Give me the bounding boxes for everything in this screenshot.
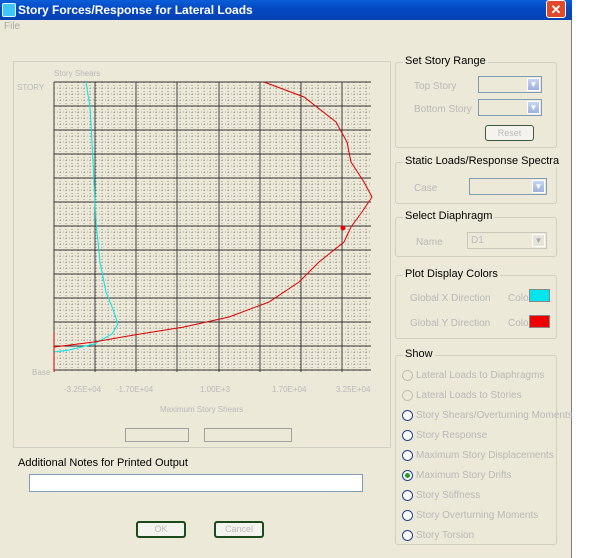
color-row1-label: Global X Direction bbox=[410, 293, 491, 304]
y-top-label: STORY bbox=[17, 83, 45, 92]
top-story-select[interactable]: ▼ bbox=[478, 76, 542, 93]
status-box-1 bbox=[125, 428, 189, 442]
chevron-down-icon: ▼ bbox=[532, 180, 545, 193]
radio-button[interactable] bbox=[402, 390, 413, 401]
series-line-cyan bbox=[53, 81, 119, 353]
group-plot-colors: Plot Display Colors bbox=[395, 268, 557, 339]
plot-grid bbox=[53, 81, 371, 372]
cancel-button[interactable]: Cancel bbox=[214, 521, 264, 538]
color-swatch-row2[interactable] bbox=[529, 315, 550, 328]
plot-frame: Story Shears STORY Base -3.25E+04 -1.70E… bbox=[13, 61, 391, 448]
group-title-static-loads: Static Loads/Response Spectra bbox=[403, 155, 562, 167]
plot-top-tag: Story Shears bbox=[54, 69, 100, 78]
series-marker-red bbox=[340, 225, 346, 231]
x-tick-2: -1.70E+04 bbox=[116, 385, 154, 394]
radio-button[interactable] bbox=[402, 430, 413, 441]
radio-button[interactable] bbox=[402, 510, 413, 521]
group-title-show: Show bbox=[403, 348, 435, 360]
radio-button[interactable] bbox=[402, 530, 413, 541]
color-row2-label: Global Y Direction bbox=[410, 318, 491, 329]
story-response-plot: Story Shears STORY Base -3.25E+04 -1.70E… bbox=[17, 69, 373, 414]
show-option-label: Maximum Story Drifts bbox=[416, 470, 512, 481]
close-button[interactable]: ✕ bbox=[546, 0, 566, 18]
bottom-story-label: Bottom Story bbox=[414, 104, 472, 115]
y-bottom-label: Base bbox=[32, 368, 51, 377]
radio-button[interactable] bbox=[402, 410, 413, 421]
menu-bar: File bbox=[0, 20, 572, 36]
title-bar[interactable]: Story Forces/Response for Lateral Loads … bbox=[0, 0, 572, 20]
reset-button[interactable]: Reset bbox=[485, 125, 534, 141]
bottom-story-select[interactable]: ▼ bbox=[478, 99, 542, 116]
x-axis-title: Maximum Story Shears bbox=[160, 405, 243, 414]
group-title-colors: Plot Display Colors bbox=[403, 268, 500, 280]
case-label: Case bbox=[414, 183, 438, 194]
show-option-label: Story Stiffness bbox=[416, 490, 481, 501]
x-tick-3: 1.00E+3 bbox=[200, 385, 231, 394]
radio-button[interactable] bbox=[402, 470, 413, 481]
status-box-2 bbox=[204, 428, 292, 442]
notes-input[interactable] bbox=[29, 474, 363, 492]
x-tick-4: 1.70E+04 bbox=[272, 385, 307, 394]
diaphragm-value: D1 bbox=[471, 235, 484, 246]
menu-file[interactable]: File bbox=[4, 21, 20, 32]
window-title: Story Forces/Response for Lateral Loads bbox=[18, 3, 253, 17]
top-story-label: Top Story bbox=[414, 81, 457, 92]
dialog-window: Story Forces/Response for Lateral Loads … bbox=[0, 0, 573, 558]
show-option-label: Story Shears/Overturning Moments bbox=[416, 410, 573, 421]
show-option-label: Story Response bbox=[416, 430, 488, 441]
show-option-label: Story Overturning Moments bbox=[416, 510, 539, 521]
chevron-down-icon: ▼ bbox=[532, 234, 545, 247]
group-title-story-range: Set Story Range bbox=[403, 55, 488, 67]
radio-button[interactable] bbox=[402, 370, 413, 381]
x-tick-5: 3.25E+04 bbox=[336, 385, 371, 394]
x-tick-1: -3.25E+04 bbox=[64, 385, 102, 394]
notes-label: Additional Notes for Printed Output bbox=[18, 457, 188, 469]
color-swatch-row1[interactable] bbox=[529, 289, 550, 302]
show-option-label: Lateral Loads to Stories bbox=[416, 390, 522, 401]
radio-selected-dot bbox=[405, 473, 410, 478]
ok-button[interactable]: OK bbox=[136, 521, 186, 538]
app-icon bbox=[2, 3, 16, 17]
show-option-label: Lateral Loads to Diaphragms bbox=[416, 370, 545, 381]
chevron-down-icon: ▼ bbox=[527, 101, 540, 114]
case-select[interactable]: ▼ bbox=[469, 178, 547, 195]
chevron-down-icon: ▼ bbox=[527, 78, 540, 91]
show-option-label: Maximum Story Displacements bbox=[416, 450, 554, 461]
diaphragm-select[interactable]: D1 ▼ bbox=[467, 232, 547, 249]
radio-button[interactable] bbox=[402, 490, 413, 501]
group-title-diaphragm: Select Diaphragm bbox=[403, 210, 495, 222]
diaphragm-name-label: Name bbox=[416, 237, 443, 248]
radio-button[interactable] bbox=[402, 450, 413, 461]
show-option-label: Story Torsion bbox=[416, 530, 475, 541]
